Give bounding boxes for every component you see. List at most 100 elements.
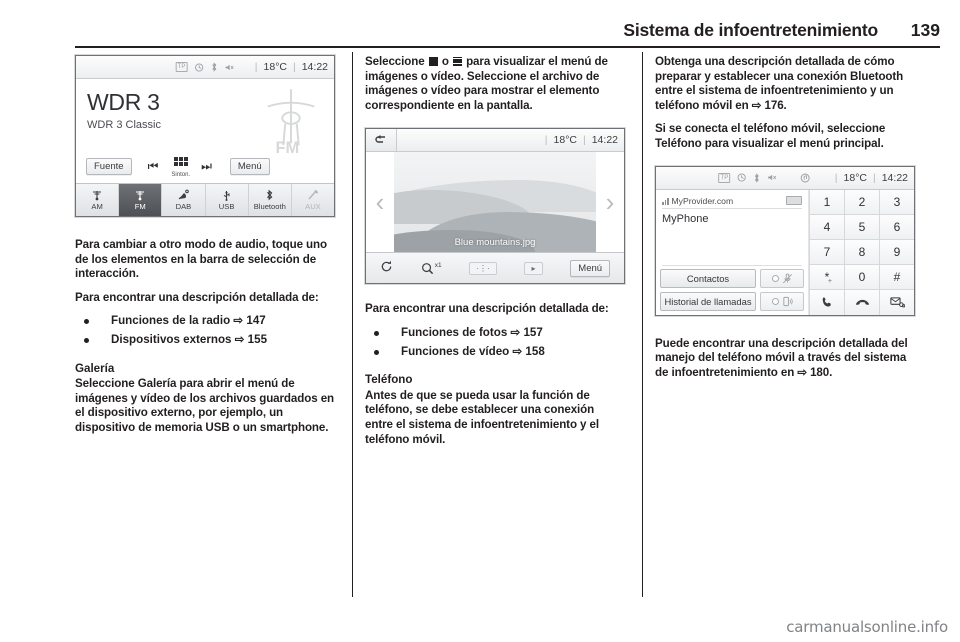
gallery-screen-figure: | 18°C | 14:22 ‹ Blue mountains.jpg › x1… <box>365 128 625 285</box>
tab-bluetooth[interactable]: Bluetooth <box>249 184 292 216</box>
key-hash[interactable]: # <box>879 264 914 290</box>
status-separator-1: | <box>834 171 838 184</box>
tab-usb[interactable]: USB <box>206 184 249 216</box>
clock-value: 14:22 <box>301 61 328 73</box>
tab-label: FM <box>134 202 146 211</box>
reference-arrow-icon: ⇨ <box>512 344 523 358</box>
device-name: MyPhone <box>662 212 709 225</box>
paragraph-phone-main-menu: Si se conecta el teléfono móvil, selecci… <box>655 122 886 150</box>
mute-icon <box>768 174 777 181</box>
radio-screen-figure: TP | 18°C | 14:22 WDR 3 WDR 3 Classic FM… <box>75 55 335 217</box>
tab-am[interactable]: AM <box>76 184 120 216</box>
tab-label: AUX <box>305 202 321 211</box>
key-star[interactable]: * + <box>809 264 844 290</box>
column-2: Seleccione o para visualizar el menú de … <box>365 55 625 456</box>
reference-page: 155 <box>247 332 268 346</box>
reference-label: Dispositivos externos <box>111 332 232 346</box>
provider-row: MyProvider.com <box>662 195 802 207</box>
list-item[interactable]: Funciones de vídeo ⇨ 158 <box>365 345 625 360</box>
tab-fm[interactable]: FM <box>119 184 163 216</box>
bullet-icon <box>84 337 89 343</box>
radio-status-bar: TP | 18°C | 14:22 <box>76 56 334 79</box>
radio-main-area: WDR 3 WDR 3 Classic FM Fuente ⏮ Sinton. … <box>76 79 334 185</box>
photo-icon <box>428 57 438 66</box>
phone-button-row: Contactos <box>660 268 804 288</box>
end-call-icon[interactable] <box>844 289 879 315</box>
reference-arrow-icon: ⇨ <box>233 314 244 328</box>
contacts-button[interactable]: Contactos <box>660 268 756 288</box>
column-divider-1 <box>352 52 353 597</box>
mic-mute-toggle[interactable] <box>760 268 804 288</box>
chevron-left-icon[interactable]: ‹ <box>366 152 394 252</box>
paragraph-galeria: Seleccione Galería para abrir el menú de… <box>75 377 335 434</box>
media-note-icon <box>800 173 810 183</box>
reference-label: Funciones de vídeo <box>401 344 510 358</box>
battery-icon <box>786 195 802 205</box>
chevron-right-icon[interactable]: › <box>596 152 624 252</box>
voicemail-icon[interactable] <box>879 289 914 315</box>
column-divider-2 <box>642 52 643 597</box>
call-history-button[interactable]: Historial de llamadas <box>660 291 756 311</box>
key-2[interactable]: 2 <box>844 189 879 215</box>
list-item[interactable]: Dispositivos externos ⇨ 155 <box>75 333 335 348</box>
antenna-icon <box>134 189 146 201</box>
page-header: Sistema de infoentretenimiento 139 <box>75 20 940 50</box>
key-7[interactable]: 7 <box>809 239 844 265</box>
photo-view[interactable]: Blue mountains.jpg <box>394 152 596 253</box>
next-track-icon[interactable]: ⏭ <box>201 160 212 172</box>
gallery-menu-button[interactable]: Menú <box>570 259 611 277</box>
paragraph-part-b: o <box>441 55 449 68</box>
key-0[interactable]: 0 <box>844 264 879 290</box>
status-icon-group: TP <box>175 62 235 72</box>
reference-label: Funciones de la radio <box>111 314 231 328</box>
radio-dot-icon <box>771 274 779 282</box>
status-separator-2: | <box>872 171 876 184</box>
key-4[interactable]: 4 <box>809 214 844 240</box>
list-item[interactable]: Funciones de la radio ⇨ 147 <box>75 314 335 329</box>
status-separator-2: | <box>582 134 586 147</box>
effects-icon[interactable]: ·⋮· <box>469 261 497 275</box>
bullet-icon <box>374 330 379 336</box>
manual-page: Sistema de infoentretenimiento 139 TP | … <box>0 0 960 642</box>
zoom-icon[interactable]: x1 <box>421 262 442 275</box>
phone-screen-figure: TP | 18°C | 14:22 MyProvider.com MyPhone… <box>655 165 915 316</box>
key-6[interactable]: 6 <box>879 214 914 240</box>
slideshow-icon[interactable]: ▸ <box>524 261 543 275</box>
tab-dab[interactable]: DAB <box>162 184 206 216</box>
tab-label: AM <box>91 202 103 211</box>
mic-mute-icon <box>782 273 792 283</box>
source-button[interactable]: Fuente <box>86 157 132 175</box>
tune-control[interactable]: Sinton. <box>171 154 190 178</box>
reference-list-2: Funciones de fotos ⇨ 157 Funciones de ví… <box>365 326 625 359</box>
dial-keypad: 1 2 3 4 5 6 7 8 9 * + 0 # <box>809 189 914 315</box>
key-5[interactable]: 5 <box>844 214 879 240</box>
paragraph-part-a: Seleccione <box>365 55 425 68</box>
key-8[interactable]: 8 <box>844 239 879 265</box>
phone-button-row: Historial de llamadas <box>660 291 804 311</box>
divider <box>662 207 802 209</box>
list-item[interactable]: Funciones de fotos ⇨ 157 <box>365 326 625 341</box>
speaker-toggle[interactable] <box>760 291 804 311</box>
rotate-icon[interactable] <box>380 260 393 276</box>
paragraph-phone-operation-reference: Puede encontrar una descripción detallad… <box>655 336 908 379</box>
bluetooth-icon <box>211 62 216 72</box>
call-icon[interactable] <box>809 289 844 315</box>
key-3[interactable]: 3 <box>879 189 914 215</box>
key-9[interactable]: 9 <box>879 239 914 265</box>
tab-label: Bluetooth <box>253 202 286 211</box>
key-1[interactable]: 1 <box>809 189 844 215</box>
back-arrow-icon[interactable] <box>366 129 397 152</box>
radio-dot-icon <box>771 297 779 305</box>
bullet-icon <box>374 349 379 355</box>
paragraph-detailed-description-intro-2: Para encontrar una descripción detallada… <box>365 302 609 316</box>
paragraph-detailed-description-intro: Para encontrar una descripción detallada… <box>75 290 319 304</box>
tab-aux[interactable]: AUX <box>292 184 334 216</box>
usb-icon <box>222 189 231 201</box>
previous-track-icon[interactable]: ⏮ <box>148 160 159 172</box>
reference-list-1: Funciones de la radio ⇨ 147 Dispositivos… <box>75 314 335 347</box>
phone-info-pane: MyProvider.com MyPhone Contactos Histori… <box>656 189 809 315</box>
menu-button[interactable]: Menú <box>229 157 270 175</box>
temperature-value: 18°C <box>553 134 577 147</box>
bullet-icon <box>84 319 89 325</box>
